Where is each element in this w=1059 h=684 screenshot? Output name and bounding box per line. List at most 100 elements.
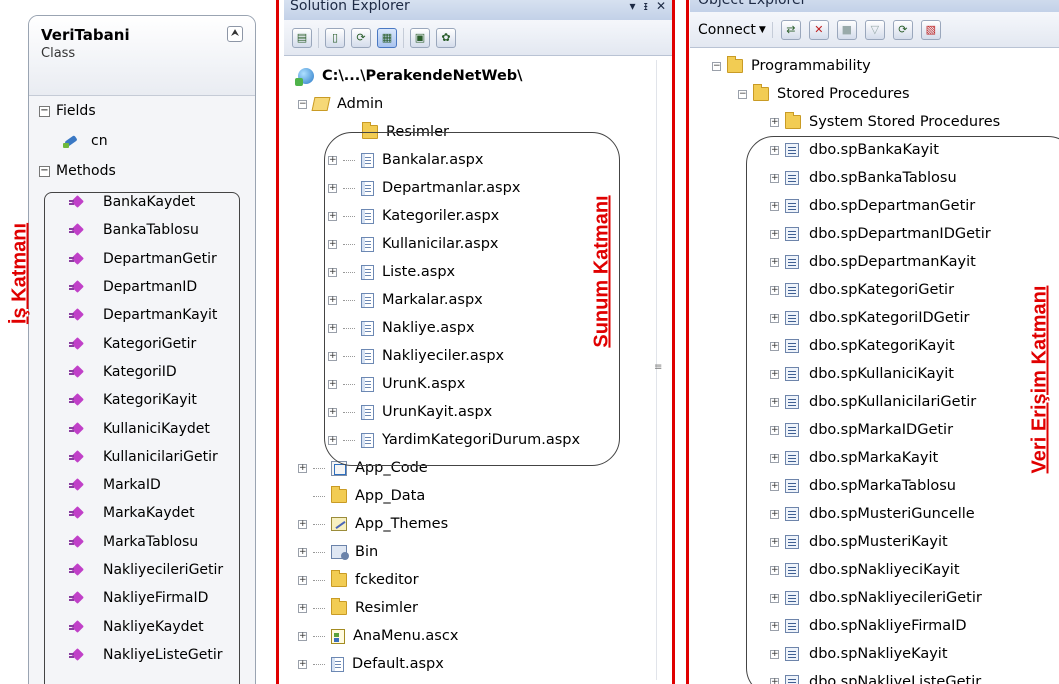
tree-connector	[313, 635, 325, 637]
object-explorer-toolbar: Connect ▼ ⇄ ✕ ■ ▽ ⟳ ▧	[690, 12, 1059, 48]
app-data-folder-icon	[331, 486, 347, 503]
field-item[interactable]: cn	[29, 126, 255, 156]
tree-connector	[313, 607, 325, 609]
panel-title: Solution Explorer	[290, 0, 410, 14]
field-icon	[63, 134, 81, 148]
expand-icon[interactable]: +	[298, 659, 307, 669]
dropdown-arrow-icon: ▼	[758, 24, 766, 35]
asp-config-icon[interactable]: ✿	[436, 27, 456, 48]
tree-connector	[313, 551, 325, 553]
tree-item-system-sp[interactable]: + System Stored Procedures	[770, 108, 1000, 136]
business-layer-label: İş Katmanı	[8, 222, 31, 325]
tree-connector	[313, 663, 325, 665]
tree-item-label: Programmability	[751, 58, 871, 74]
business-layer-outline	[44, 192, 240, 684]
dropdown-icon[interactable]: ▾	[629, 0, 635, 13]
toolbar-separator	[403, 27, 404, 48]
tree-item-stored-procedures[interactable]: − Stored Procedures	[738, 80, 910, 108]
refresh-icon[interactable]: ⟳	[892, 19, 913, 40]
field-label: cn	[91, 133, 108, 149]
presentation-layer-outline	[324, 132, 620, 466]
tree-item[interactable]: + Resimler	[298, 594, 418, 622]
expand-icon[interactable]: +	[298, 631, 307, 641]
collapse-chevron-icon[interactable]: ⮝	[227, 26, 243, 42]
summary-report-icon[interactable]: ▧	[920, 19, 941, 40]
divider-line	[672, 0, 675, 684]
properties-icon[interactable]: ▤	[292, 27, 312, 48]
tree-root-label: C:\...\PerakendeNetWeb\	[322, 68, 523, 84]
expand-icon[interactable]: +	[770, 117, 779, 127]
expand-icon[interactable]: +	[298, 547, 307, 557]
toolbar-separator	[318, 27, 319, 48]
connect-button[interactable]: Connect ▼	[698, 21, 773, 38]
folder-icon	[753, 84, 769, 101]
tree-item-label: Admin	[337, 96, 384, 112]
presentation-layer-label: Sunum Katmanı	[590, 195, 613, 348]
solution-explorer-titlebar: Solution Explorer ▾ ᵻ ✕	[284, 0, 672, 20]
user-control-file-icon	[331, 628, 345, 644]
panel-title: Object Explorer	[698, 0, 807, 8]
tree-item[interactable]: + AnaMenu.ascx	[298, 622, 458, 650]
tree-connector	[313, 495, 325, 497]
connect-server-icon[interactable]: ⇄	[780, 19, 801, 40]
expand-icon[interactable]: +	[298, 463, 307, 473]
tree-item-label: Stored Procedures	[777, 86, 910, 102]
tree-item-label: Bin	[355, 544, 379, 560]
stop-icon[interactable]: ■	[836, 19, 857, 40]
pin-icon[interactable]: ᵻ	[643, 0, 647, 13]
tree-item[interactable]: + fckeditor	[298, 566, 419, 594]
splitter-grip-icon[interactable]: ≡	[654, 363, 662, 373]
themes-folder-icon	[331, 517, 347, 531]
expand-icon[interactable]: +	[298, 575, 307, 585]
folder-icon	[331, 598, 347, 615]
tree-item[interactable]: + Default.aspx	[298, 650, 444, 678]
solution-explorer-toolbar: ▤ ▯ ⟳ ▦ ▣ ✿	[284, 20, 672, 56]
tree-item[interactable]: + App_Themes	[298, 510, 448, 538]
filter-icon[interactable]: ▽	[864, 19, 885, 40]
tree-item-label: App_Data	[355, 488, 426, 504]
methods-section-header[interactable]: − Methods	[29, 156, 255, 186]
tree-connector	[313, 467, 325, 469]
folder-icon	[727, 56, 743, 73]
fields-header-label: Fields	[56, 103, 96, 119]
expand-icon[interactable]: +	[298, 519, 307, 529]
connect-label: Connect	[698, 21, 756, 38]
tree-item-programmability[interactable]: − Programmability	[712, 52, 871, 80]
aspx-file-icon	[331, 656, 344, 672]
folder-open-icon	[311, 97, 331, 111]
tree-connector	[313, 579, 325, 581]
tree-item-label: fckeditor	[355, 572, 419, 588]
folder-icon	[331, 570, 347, 587]
tree-connector	[313, 523, 325, 525]
refresh-icon[interactable]: ⟳	[351, 27, 371, 48]
expand-icon[interactable]: +	[298, 603, 307, 613]
tree-item[interactable]: App_Data	[313, 482, 425, 510]
folder-icon	[785, 112, 801, 129]
class-name: VeriTabani	[41, 26, 130, 44]
tree-item[interactable]: + Bin	[298, 538, 378, 566]
divider-line	[276, 0, 279, 684]
website-icon	[295, 68, 314, 86]
show-all-files-icon[interactable]: ▯	[325, 27, 345, 48]
disconnect-server-icon[interactable]: ✕	[808, 19, 829, 40]
collapse-methods-icon[interactable]: −	[39, 165, 50, 177]
tree-item-label: App_Themes	[355, 516, 449, 532]
tree-item-label: System Stored Procedures	[809, 114, 1001, 130]
collapse-icon[interactable]: −	[712, 61, 721, 71]
view-designer-icon[interactable]: ▣	[410, 27, 430, 48]
bin-folder-icon	[331, 545, 349, 560]
divider-line	[686, 0, 689, 684]
object-explorer-titlebar: Object Explorer	[690, 0, 1059, 12]
collapse-fields-icon[interactable]: −	[39, 105, 50, 117]
collapse-icon[interactable]: −	[298, 99, 307, 109]
methods-header-label: Methods	[56, 163, 116, 179]
tree-item-admin[interactable]: − Admin	[298, 90, 383, 118]
fields-section-header[interactable]: − Fields	[29, 96, 255, 126]
class-header: VeriTabani Class ⮝	[29, 16, 255, 96]
collapse-icon[interactable]: −	[738, 89, 747, 99]
class-kind: Class	[41, 46, 76, 61]
close-icon[interactable]: ✕	[656, 0, 666, 13]
tree-root[interactable]: C:\...\PerakendeNetWeb\	[295, 62, 523, 90]
nest-related-files-icon[interactable]: ▦	[377, 27, 397, 48]
data-access-layer-label: Veri Erişim Katmanı	[1028, 285, 1051, 474]
